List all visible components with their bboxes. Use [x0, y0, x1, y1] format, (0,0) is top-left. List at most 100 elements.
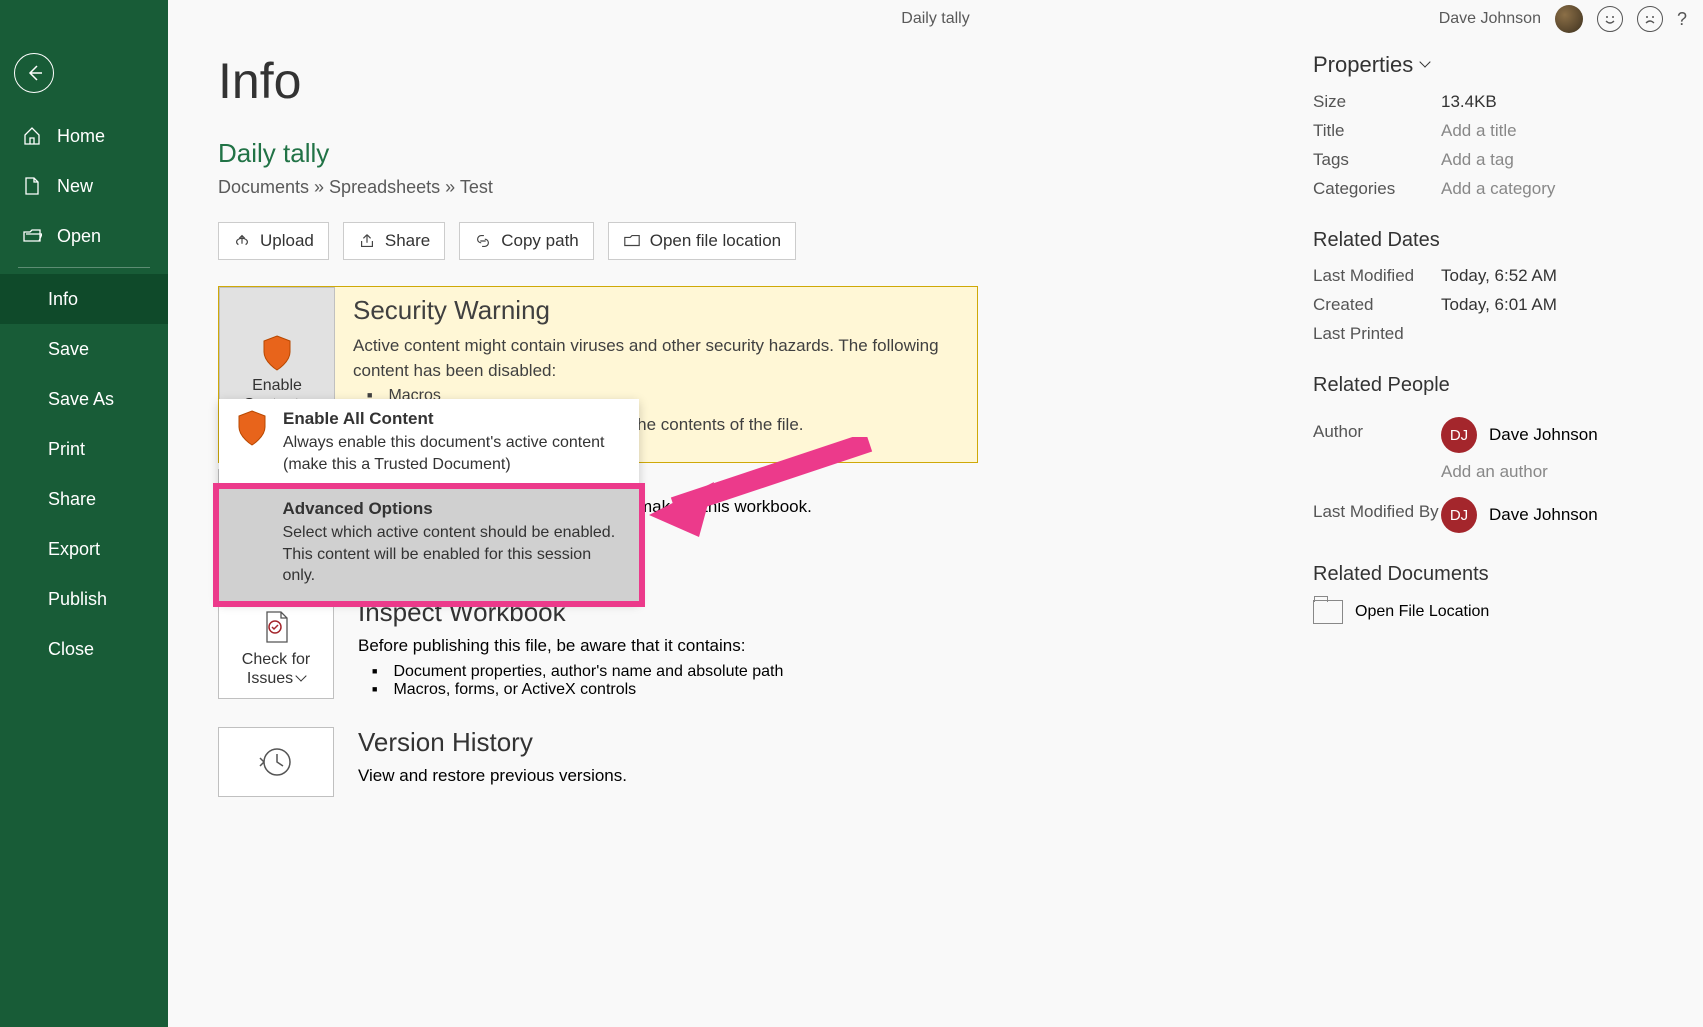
person-initials: DJ [1441, 417, 1477, 453]
related-documents-heading: Related Documents [1313, 563, 1653, 586]
sidebar-item-print[interactable]: Print [0, 424, 168, 474]
help-icon[interactable]: ? [1677, 9, 1687, 30]
sidebar-item-publish[interactable]: Publish [0, 574, 168, 624]
prop-value[interactable]: Add a tag [1441, 150, 1514, 170]
prop-value: Today, 6:01 AM [1441, 295, 1557, 315]
button-label: Open file location [650, 231, 781, 251]
person-initials: DJ [1441, 497, 1477, 533]
button-label: Upload [260, 231, 314, 251]
sidebar-label: Save [48, 339, 89, 360]
properties-pane: Properties Size13.4KB TitleAdd a title T… [1313, 52, 1653, 825]
sidebar-label: New [57, 176, 93, 197]
sidebar-label: Home [57, 126, 105, 147]
back-arrow-icon [24, 63, 44, 83]
sidebar-label: Save As [48, 389, 114, 410]
folder-icon [623, 232, 641, 250]
sidebar-item-save-as[interactable]: Save As [0, 374, 168, 424]
version-text: View and restore previous versions. [358, 764, 627, 789]
user-avatar[interactable] [1555, 5, 1583, 33]
breadcrumb: Documents » Spreadsheets » Test [218, 177, 978, 198]
shield-icon [235, 409, 269, 447]
folder-icon [1313, 600, 1343, 624]
option-title: Enable All Content [283, 409, 604, 429]
sidebar-label: Open [57, 226, 101, 247]
advanced-options-option[interactable]: Advanced Options Select which active con… [219, 489, 639, 601]
modified-by-person[interactable]: DJ Dave Johnson [1441, 497, 1598, 533]
link-label: Open File Location [1355, 603, 1489, 621]
button-label-line1: Check for [242, 651, 310, 668]
prop-label: Title [1313, 121, 1441, 141]
page-title: Info [218, 52, 978, 110]
sidebar-label: Export [48, 539, 100, 560]
person-name: Dave Johnson [1489, 425, 1598, 445]
related-dates-heading: Related Dates [1313, 229, 1653, 252]
sidebar-label: Print [48, 439, 85, 460]
separator [18, 267, 150, 268]
related-people-heading: Related People [1313, 374, 1653, 397]
document-title: Daily tally [901, 10, 969, 28]
sidebar-label: Publish [48, 589, 107, 610]
shield-icon [260, 334, 294, 372]
properties-heading[interactable]: Properties [1313, 52, 1653, 78]
user-name: Dave Johnson [1439, 10, 1541, 28]
check-for-issues-button[interactable]: Check forIssues [218, 597, 334, 699]
back-button[interactable] [14, 53, 54, 93]
upload-button[interactable]: Upload [218, 222, 329, 260]
inspect-workbook-block: Check forIssues Inspect Workbook Before … [218, 597, 978, 699]
sidebar-label: Share [48, 489, 96, 510]
button-label: Share [385, 231, 430, 251]
backstage-sidebar: Home New Open Info Save Save As Print Sh… [0, 0, 168, 1027]
feedback-smile-icon[interactable] [1597, 6, 1623, 32]
home-icon [22, 126, 42, 146]
add-author[interactable]: Add an author [1441, 462, 1548, 482]
sidebar-item-new[interactable]: New [0, 161, 168, 211]
version-heading: Version History [358, 727, 627, 758]
sidebar-item-close[interactable]: Close [0, 624, 168, 674]
open-file-location-button[interactable]: Open file location [608, 222, 796, 260]
inspect-text: Before publishing this file, be aware th… [358, 634, 783, 659]
inspect-icon [257, 608, 295, 646]
security-heading: Security Warning [353, 295, 959, 326]
option-sub: (make this a Trusted Document) [283, 454, 604, 476]
feedback-frown-icon[interactable] [1637, 6, 1663, 32]
action-row: Upload Share Copy path Open file locatio… [218, 222, 978, 260]
sidebar-label: Info [48, 289, 78, 310]
title-bar: Daily tally Dave Johnson ? [168, 0, 1703, 38]
main-area: Daily tally Dave Johnson ? Info Daily ta… [168, 0, 1703, 1027]
inspect-bullet: Document properties, author's name and a… [372, 663, 783, 681]
document-name: Daily tally [218, 138, 978, 169]
button-label: Copy path [501, 231, 579, 251]
prop-label: Size [1313, 92, 1441, 112]
person-name: Dave Johnson [1489, 505, 1598, 525]
option-sub: Select which active content should be en… [282, 522, 623, 544]
inspect-heading: Inspect Workbook [358, 597, 783, 628]
share-button[interactable]: Share [343, 222, 445, 260]
document-icon [22, 176, 42, 196]
prop-label: Created [1313, 295, 1441, 315]
share-icon [358, 232, 376, 250]
version-history-button[interactable] [218, 727, 334, 797]
inspect-bullet: Macros, forms, or ActiveX controls [372, 681, 783, 699]
author-person[interactable]: DJ Dave Johnson [1441, 417, 1598, 453]
prop-label: Author [1313, 422, 1441, 442]
sidebar-item-share[interactable]: Share [0, 474, 168, 524]
sidebar-item-home[interactable]: Home [0, 111, 168, 161]
prop-label: Tags [1313, 150, 1441, 170]
link-icon [474, 232, 492, 250]
sidebar-item-open[interactable]: Open [0, 211, 168, 261]
prop-value[interactable]: Add a category [1441, 179, 1555, 199]
sidebar-label: Close [48, 639, 94, 660]
option-title: Advanced Options [282, 499, 623, 519]
enable-content-dropdown: Enable All Content Always enable this do… [219, 399, 639, 601]
prop-value[interactable]: Add a title [1441, 121, 1517, 141]
sidebar-item-save[interactable]: Save [0, 324, 168, 374]
sidebar-item-info[interactable]: Info [0, 274, 168, 324]
version-history-block: Version History View and restore previou… [218, 727, 978, 797]
copy-path-button[interactable]: Copy path [459, 222, 594, 260]
enable-all-content-option[interactable]: Enable All Content Always enable this do… [219, 399, 639, 489]
prop-label: Last Modified By [1313, 502, 1441, 522]
open-file-location-link[interactable]: Open File Location [1313, 600, 1653, 624]
sidebar-item-export[interactable]: Export [0, 524, 168, 574]
prop-value: 13.4KB [1441, 92, 1497, 112]
security-warning-panel: EnableContent Security Warning Active co… [218, 286, 978, 463]
